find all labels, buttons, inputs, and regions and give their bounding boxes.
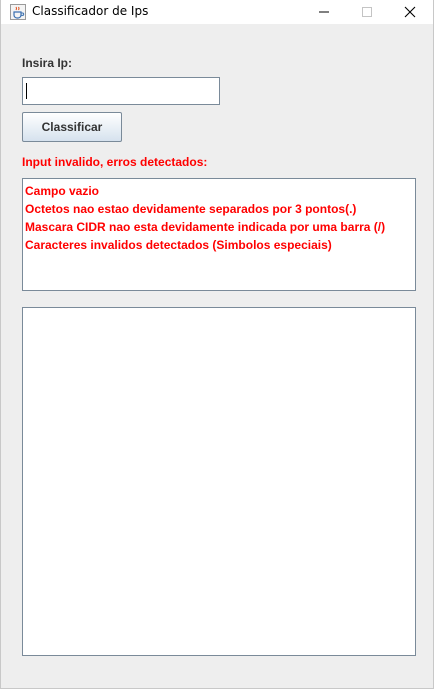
ip-input[interactable] bbox=[22, 77, 220, 105]
classificar-button[interactable]: Classificar bbox=[22, 112, 122, 142]
error-line: Octetos nao estao devidamente separados … bbox=[25, 202, 357, 216]
error-title: Input invalido, erros detectados: bbox=[22, 155, 208, 169]
close-button[interactable] bbox=[387, 0, 433, 24]
minimize-button[interactable] bbox=[301, 0, 347, 24]
error-text-area[interactable]: Campo vazio Octetos nao estao devidament… bbox=[22, 178, 416, 291]
app-window: Classificador de Ips Insira Ip: Classifi… bbox=[0, 0, 434, 689]
error-line: Campo vazio bbox=[25, 184, 100, 198]
java-cup-icon bbox=[10, 4, 26, 20]
classificar-button-label: Classificar bbox=[41, 120, 103, 134]
close-icon bbox=[404, 6, 416, 18]
maximize-button bbox=[344, 0, 390, 24]
minimize-icon bbox=[319, 11, 329, 13]
text-caret bbox=[26, 83, 27, 99]
window-title: Classificador de Ips bbox=[32, 4, 149, 18]
result-text-area[interactable] bbox=[22, 307, 416, 656]
maximize-icon bbox=[362, 7, 372, 17]
error-line: Caracteres invalidos detectados (Simbolo… bbox=[25, 238, 332, 252]
title-bar[interactable]: Classificador de Ips bbox=[1, 0, 433, 24]
ip-label: Insira Ip: bbox=[22, 56, 73, 70]
error-line: Mascara CIDR nao esta devidamente indica… bbox=[25, 220, 386, 234]
